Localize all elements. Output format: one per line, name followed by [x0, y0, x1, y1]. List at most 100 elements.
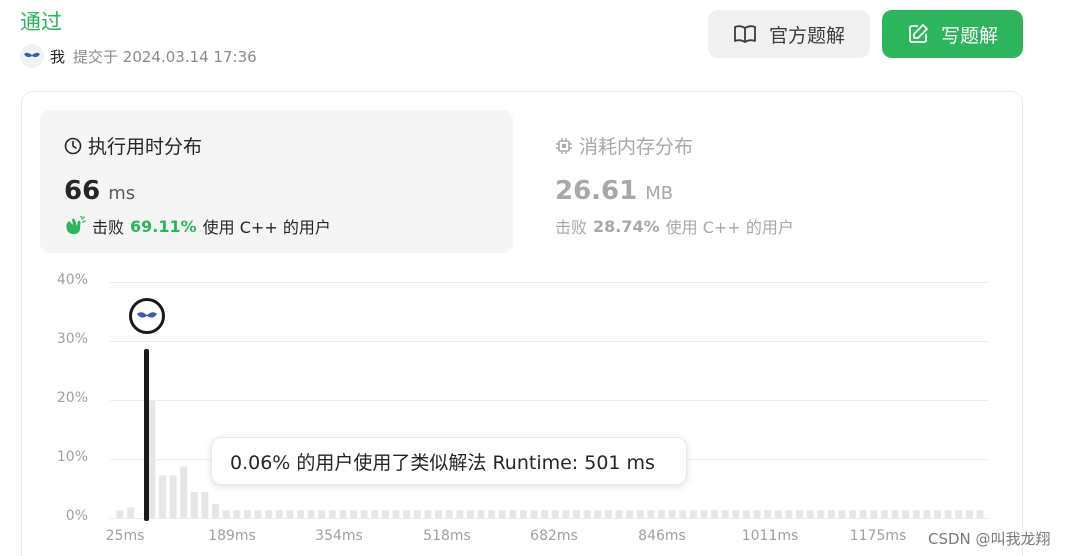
memory-beat-percent: 28.74% [593, 216, 660, 236]
chart-bar[interactable] [360, 510, 368, 518]
chart-bar[interactable] [965, 510, 973, 518]
chart-bar[interactable] [923, 510, 931, 518]
chart-bar[interactable] [530, 510, 538, 518]
chart-bar[interactable] [806, 510, 814, 518]
chart-bar[interactable] [371, 510, 379, 518]
chart-bar[interactable] [116, 510, 124, 518]
chart-bar[interactable] [796, 510, 804, 518]
chart-bar[interactable] [477, 510, 485, 518]
chart-bar[interactable] [615, 510, 623, 518]
chart-bar[interactable] [222, 510, 230, 518]
chart-bar[interactable] [445, 510, 453, 518]
chart-bar[interactable] [127, 507, 135, 518]
runtime-distribution-chart[interactable]: 0% 10% 20% 30% 40% 25ms 189ms 354ms 518ms 682ms 84… [0, 260, 1078, 556]
chart-bar[interactable] [870, 510, 878, 518]
chart-bars[interactable] [0, 260, 1078, 556]
mustache-icon [24, 52, 40, 58]
submitter-name[interactable]: 我 [50, 46, 65, 67]
chart-bar[interactable] [838, 510, 846, 518]
chart-bar[interactable] [944, 510, 952, 518]
chart-bar[interactable] [233, 510, 241, 518]
chart-bar[interactable] [604, 510, 612, 518]
chart-bar[interactable] [657, 510, 665, 518]
chart-bar[interactable] [456, 510, 464, 518]
y-tick-label: 20% [56, 390, 88, 406]
chart-bar[interactable] [158, 475, 166, 518]
chart-bar[interactable] [626, 510, 634, 518]
your-submission-marker[interactable] [129, 298, 165, 334]
runtime-number: 66 [64, 176, 101, 206]
chart-bar[interactable] [339, 510, 347, 518]
chart-bar[interactable] [764, 510, 772, 518]
chart-bar[interactable] [721, 510, 729, 518]
avatar[interactable] [20, 44, 44, 68]
chart-gridline [110, 341, 988, 342]
chart-bar[interactable] [700, 510, 708, 518]
chart-bar[interactable] [435, 510, 443, 518]
chart-bar[interactable] [275, 510, 283, 518]
chart-bar[interactable] [849, 510, 857, 518]
x-tick-label: 1011ms [741, 528, 799, 544]
chart-bar[interactable] [286, 510, 294, 518]
chart-bar[interactable] [403, 510, 411, 518]
runtime-beat: 击败 69.11% 使用 C++ 的用户 [64, 214, 331, 238]
chart-bar[interactable] [742, 510, 750, 518]
chart-bar[interactable] [583, 510, 591, 518]
chart-bar[interactable] [679, 510, 687, 518]
chart-bar[interactable] [912, 510, 920, 518]
chart-bar[interactable] [190, 492, 198, 518]
chart-bar[interactable] [318, 510, 326, 518]
chart-bar[interactable] [498, 510, 506, 518]
chart-bar[interactable] [519, 510, 527, 518]
chart-bar[interactable] [413, 510, 421, 518]
chart-bar[interactable] [817, 510, 825, 518]
chart-bar[interactable] [212, 503, 220, 518]
chart-bar[interactable] [328, 510, 336, 518]
chart-bar[interactable] [243, 510, 251, 518]
y-tick-label: 10% [56, 449, 88, 465]
chart-bar[interactable] [381, 510, 389, 518]
runtime-panel[interactable]: 执行用时分布 66 ms 击败 69.11% 使用 C++ 的用户 [40, 110, 513, 253]
memory-panel[interactable]: 消耗内存分布 26.61 MB 击败 28.74% 使用 C++ 的用户 [535, 110, 1005, 253]
chart-bar[interactable] [488, 510, 496, 518]
chart-bar[interactable] [541, 510, 549, 518]
chart-bar[interactable] [307, 510, 315, 518]
chart-bar[interactable] [732, 510, 740, 518]
chart-bar[interactable] [573, 510, 581, 518]
chart-bar[interactable] [296, 510, 304, 518]
chart-bar[interactable] [562, 510, 570, 518]
chart-bar[interactable] [880, 510, 888, 518]
chart-bar[interactable] [689, 510, 697, 518]
chart-bar[interactable] [711, 510, 719, 518]
chart-bar[interactable] [955, 510, 963, 518]
chart-bar[interactable] [774, 510, 782, 518]
chart-bar[interactable] [976, 510, 984, 518]
official-solution-button[interactable]: 官方题解 [708, 10, 870, 58]
clapping-hands-icon [66, 216, 86, 235]
x-tick-label: 189ms [208, 528, 256, 544]
chart-bar[interactable] [424, 510, 432, 518]
write-solution-button[interactable]: 写题解 [882, 10, 1023, 58]
y-tick-label: 0% [65, 508, 88, 524]
chart-bar[interactable] [392, 510, 400, 518]
chart-bar[interactable] [551, 510, 559, 518]
chart-bar[interactable] [350, 510, 358, 518]
chart-bar[interactable] [169, 475, 177, 518]
chart-bar[interactable] [753, 510, 761, 518]
chart-bar[interactable] [509, 510, 517, 518]
chart-bar[interactable] [466, 510, 474, 518]
chart-bar[interactable] [827, 510, 835, 518]
chart-bar[interactable] [180, 466, 188, 518]
chart-bar[interactable] [859, 510, 867, 518]
chart-bar[interactable] [201, 492, 209, 518]
chart-bar[interactable] [594, 510, 602, 518]
chart-bar[interactable] [891, 510, 899, 518]
chart-bar[interactable] [647, 510, 655, 518]
chart-bar[interactable] [934, 510, 942, 518]
chart-bar[interactable] [785, 510, 793, 518]
chart-bar[interactable] [668, 510, 676, 518]
chart-bar[interactable] [636, 510, 644, 518]
chart-bar[interactable] [254, 510, 262, 518]
chart-bar[interactable] [265, 510, 273, 518]
chart-bar[interactable] [902, 510, 910, 518]
